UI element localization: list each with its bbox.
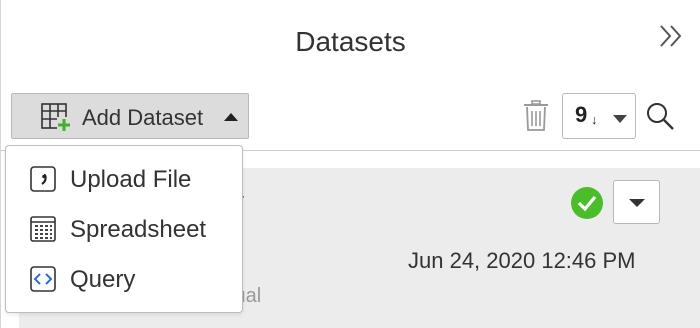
datasets-panel: Datasets Add Dataset 9 ↓ Jun 24, 2020 12… [0,0,700,328]
dataset-menu-button[interactable] [613,180,660,224]
sort-value: 9 [575,102,588,127]
menu-item-spreadsheet[interactable]: Spreadsheet [6,208,242,254]
caret-up-icon [224,113,238,121]
menu-item-label: Spreadsheet [70,216,207,243]
trash-icon [524,100,548,131]
menu-item-query[interactable]: Query [6,258,242,304]
menu-item-label: Upload File [70,166,192,193]
chevron-down-icon [629,199,645,207]
code-query-icon [30,266,56,292]
add-dataset-button[interactable]: Add Dataset [11,93,249,139]
double-chevron-right-icon [660,25,682,47]
spreadsheet-icon [30,216,56,242]
sort-select[interactable]: 9 ↓ [562,93,636,139]
collapse-panel-button[interactable] [656,20,686,52]
delete-button[interactable] [521,99,551,133]
upload-file-icon [30,166,56,192]
search-button[interactable] [644,100,676,132]
dataset-date: Jun 24, 2020 12:46 PM [408,248,636,273]
check-circle-icon [571,187,603,219]
add-table-icon [41,103,71,131]
menu-item-label: Query [70,266,136,293]
menu-item-upload-file[interactable]: Upload File [6,158,242,204]
chevron-down-icon [613,115,627,123]
add-dataset-menu: Upload File Spreadsheet Query [5,145,243,313]
add-dataset-label: Add Dataset [82,105,204,130]
panel-title: Datasets [295,26,406,57]
sort-down-arrow-icon: ↓ [591,112,598,127]
search-icon [647,103,674,130]
